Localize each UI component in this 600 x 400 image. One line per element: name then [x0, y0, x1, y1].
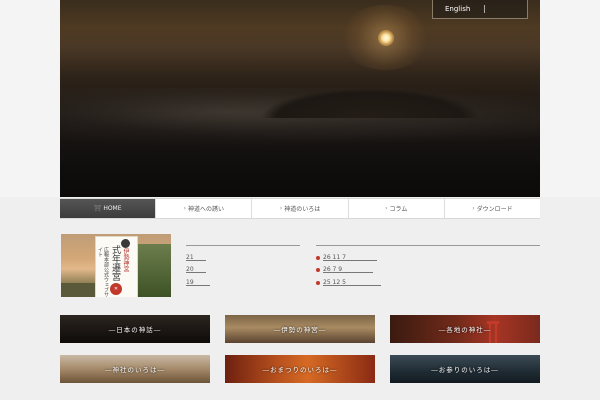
news-item[interactable]: 19	[186, 279, 210, 286]
right-margin	[540, 0, 600, 197]
seal-icon: ✕	[110, 283, 122, 295]
sengu-banner[interactable]: 伊勢神宮 式年遷宮 広報本部公式ウェブサイト ✕	[61, 234, 171, 297]
main-nav: ⛩ HOME › 神道への誘い › 神道のいろは › コラム › ダウンロード	[60, 198, 540, 219]
news-list-right: 26 11 7 26 7 9 25 12 5	[316, 238, 540, 286]
banner-trees	[136, 244, 171, 297]
nav-label: コラム	[389, 206, 408, 213]
tile-regional-shrines[interactable]: ―各地の神社―	[390, 315, 540, 343]
tile-worship-basics[interactable]: ―お参りのいろは―	[390, 355, 540, 383]
news-date: 26 11 7	[323, 254, 377, 261]
tile-shrine-basics[interactable]: ―神社のいろは―	[60, 355, 210, 383]
news-left-heading	[186, 238, 300, 246]
news-date: 20	[186, 266, 206, 273]
nav-item-shinto-basics[interactable]: › 神道のいろは	[251, 199, 347, 218]
tile-ise-jingu[interactable]: ―伊勢の神宮―	[225, 315, 375, 343]
nav-item-shinto-invitation[interactable]: › 神道への誘い	[155, 199, 251, 218]
bullet-icon	[316, 280, 320, 285]
tile-label: ―日本の神話―	[108, 326, 162, 334]
tile-festival-basics[interactable]: ―おまつりのいろは―	[225, 355, 375, 383]
arrow-icon: ›	[183, 205, 186, 212]
nav-label: 神道のいろは	[284, 206, 321, 213]
news-item[interactable]: 21	[186, 254, 206, 261]
arrow-icon: ›	[385, 205, 388, 212]
nav-item-download[interactable]: › ダウンロード	[443, 199, 540, 218]
hero-image	[60, 0, 540, 197]
english-link[interactable]: English	[445, 5, 470, 13]
tile-label: ―神社のいろは―	[105, 366, 165, 374]
news-right-heading	[316, 238, 540, 246]
tile-label: ―お参りのいろは―	[431, 366, 499, 374]
sun	[378, 30, 394, 46]
tile-japanese-mythology[interactable]: ―日本の神話―	[60, 315, 210, 343]
torii-icon: ⛩	[93, 205, 102, 212]
nav-label: 神道への誘い	[188, 206, 225, 213]
tile-label: ―伊勢の神宮―	[273, 326, 327, 334]
crest-icon	[121, 239, 130, 248]
news-date: 21	[186, 254, 206, 261]
news-item[interactable]: 26 11 7	[316, 254, 377, 261]
banner-title: 式年遷宮	[110, 245, 120, 281]
mountain-peak	[260, 88, 480, 118]
news-item[interactable]: 26 7 9	[316, 266, 373, 273]
nav-item-column[interactable]: › コラム	[347, 199, 444, 218]
arrow-icon: ›	[472, 205, 475, 212]
bullet-icon	[316, 255, 320, 260]
banner-subtitle: 広報本部公式ウェブサイト	[97, 247, 109, 297]
nav-label: HOME	[103, 205, 122, 212]
left-margin	[0, 0, 60, 197]
banner-org: 伊勢神宮	[122, 248, 129, 272]
language-separator	[484, 5, 486, 13]
tile-label: ―おまつりのいろは―	[262, 366, 338, 374]
news-item[interactable]: 25 12 5	[316, 279, 381, 286]
news-date: 19	[186, 279, 210, 286]
nav-item-home[interactable]: ⛩ HOME	[60, 199, 156, 218]
bullet-icon	[316, 267, 320, 272]
news-date: 26 7 9	[323, 266, 373, 273]
arrow-icon: ›	[279, 205, 283, 212]
news-list-left: 21 20 19	[186, 238, 300, 286]
language-switcher[interactable]: English	[432, 0, 528, 19]
banner-card: 伊勢神宮 式年遷宮 広報本部公式ウェブサイト ✕	[95, 236, 138, 297]
tile-label: ―各地の神社―	[438, 326, 492, 334]
news-date: 25 12 5	[323, 279, 381, 286]
news-item[interactable]: 20	[186, 266, 206, 273]
nav-label: ダウンロード	[476, 206, 513, 213]
